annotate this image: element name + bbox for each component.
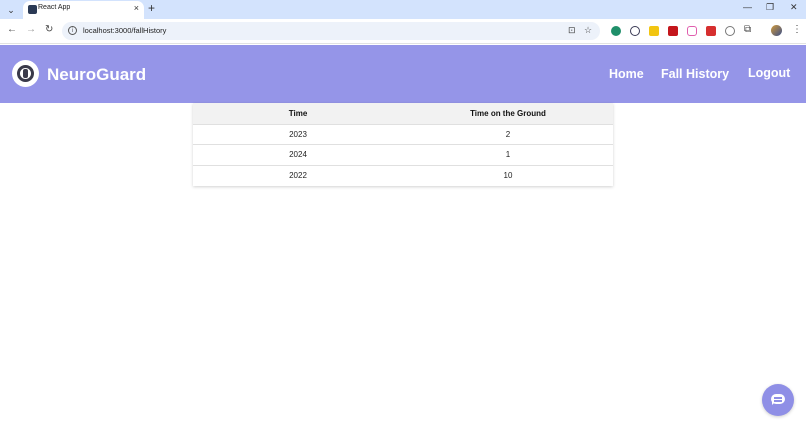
table-row: 2023 2 — [193, 123, 613, 145]
reload-button[interactable]: ↻ — [45, 24, 53, 35]
minimize-button[interactable]: — — [743, 2, 752, 12]
pink-extension-icon[interactable] — [687, 26, 697, 36]
tab-title: React App — [38, 4, 71, 11]
table-header-row: Time Time on the Ground — [193, 103, 613, 124]
column-header-time: Time — [288, 108, 308, 118]
yellow-extension-icon[interactable] — [649, 26, 659, 36]
browser-tab[interactable]: React App × — [23, 1, 144, 19]
nav-home-link[interactable]: Home — [609, 67, 644, 81]
profile-avatar[interactable] — [771, 25, 782, 36]
logo-figure — [23, 69, 28, 78]
browser-tab-bar: ⌄ React App × + — ❐ ✕ — [0, 0, 806, 19]
red-extension-icon[interactable] — [706, 26, 716, 36]
neuroguard-logo-icon[interactable] — [12, 60, 39, 87]
install-app-icon[interactable]: ⊡ — [568, 25, 576, 36]
cell-time: 2023 — [193, 123, 403, 145]
record-extension-icon[interactable] — [630, 26, 640, 36]
browser-toolbar: ← → ↻ i localhost:3000/fallHistory ⊡ ☆ ⧉… — [0, 19, 806, 44]
restore-button[interactable]: ❐ — [766, 2, 774, 13]
browser-menu-icon[interactable]: ⋮ — [792, 24, 802, 35]
nav-fall-history-link[interactable]: Fall History — [661, 67, 729, 81]
cell-time: 2024 — [193, 144, 403, 165]
react-favicon-icon — [28, 5, 37, 14]
new-tab-button[interactable]: + — [148, 1, 155, 15]
fall-history-table: Time Time on the Ground 2023 2 2024 1 20… — [193, 103, 613, 186]
tab-close-icon[interactable]: × — [134, 3, 139, 13]
brand-name[interactable]: NeuroGuard — [47, 65, 146, 85]
chat-tail — [772, 402, 775, 405]
grammarly-extension-icon[interactable] — [611, 26, 621, 36]
extensions-puzzle-icon[interactable]: ⧉ — [744, 24, 751, 35]
gray-extension-icon[interactable] — [725, 26, 735, 36]
nav-logout-link[interactable]: Logout — [748, 66, 790, 80]
pdf-extension-icon[interactable] — [668, 26, 678, 36]
site-info-icon[interactable]: i — [68, 26, 77, 35]
cell-time-on-ground: 10 — [403, 164, 613, 186]
app-header: NeuroGuard Home Fall History Logout — [0, 45, 806, 103]
table-row: 2024 1 — [193, 144, 613, 165]
close-window-button[interactable]: ✕ — [790, 2, 798, 13]
chat-button[interactable] — [762, 384, 794, 416]
url-text[interactable]: localhost:3000/fallHistory — [83, 26, 166, 35]
cell-time: 2022 — [193, 164, 403, 186]
cell-time-on-ground: 1 — [403, 144, 613, 165]
address-bar[interactable]: i localhost:3000/fallHistory ⊡ ☆ — [62, 22, 600, 40]
chat-lines — [774, 397, 782, 399]
bookmark-star-icon[interactable]: ☆ — [584, 25, 592, 36]
back-button[interactable]: ← — [7, 24, 17, 35]
tab-search-icon[interactable]: ⌄ — [4, 3, 18, 17]
column-header-time-on-ground: Time on the Ground — [470, 108, 546, 118]
cell-time-on-ground: 2 — [403, 123, 613, 145]
table-row: 2022 10 — [193, 164, 613, 186]
forward-button[interactable]: → — [26, 24, 36, 35]
